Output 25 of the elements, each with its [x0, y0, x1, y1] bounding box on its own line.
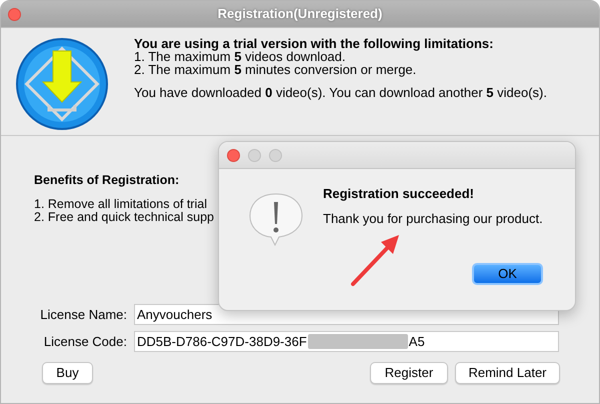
ok-button[interactable]: OK — [472, 263, 543, 285]
close-button[interactable] — [8, 8, 21, 21]
close-button[interactable] — [227, 148, 240, 162]
dialog-heading: Registration succeeded! — [323, 185, 474, 203]
trial-heading: You are using a trial version with the following limitations: — [134, 37, 494, 50]
benefit-item: 1. Remove all limitations of trial — [34, 198, 207, 211]
window-title: Registration(Unregistered) — [218, 5, 382, 24]
register-button[interactable]: Register — [370, 362, 448, 384]
field-value: A5 — [408, 332, 425, 351]
license-name-label: License Name: — [39, 306, 128, 324]
limitation-item: 2. The maximum 5 minutes conversion or merge. — [134, 63, 418, 76]
dialog-message: Thank you for purchasing our product. — [323, 210, 543, 228]
limitation-item: 1. The maximum 5 videos download. — [134, 50, 346, 63]
license-code-field[interactable]: DD5B-D786-C97D-38D9-36F A5 — [134, 331, 559, 352]
remind-later-button[interactable]: Remind Later — [455, 362, 560, 384]
license-code-label: License Code: — [42, 332, 128, 351]
zoom-button[interactable] — [269, 148, 282, 162]
benefits-heading: Benefits of Registration: — [34, 174, 180, 187]
minimize-button[interactable] — [248, 148, 261, 162]
field-value: Anyvouchers — [137, 306, 212, 324]
benefit-item: 2. Free and quick technical supp — [34, 211, 214, 224]
field-value: DD5B-D786-C97D-38D9-36F — [137, 332, 307, 351]
buy-button[interactable]: Buy — [42, 362, 93, 384]
download-count-text: You have downloaded 0 video(s). You can download another 5 video(s). — [134, 86, 547, 99]
exclamation-icon — [248, 192, 304, 246]
